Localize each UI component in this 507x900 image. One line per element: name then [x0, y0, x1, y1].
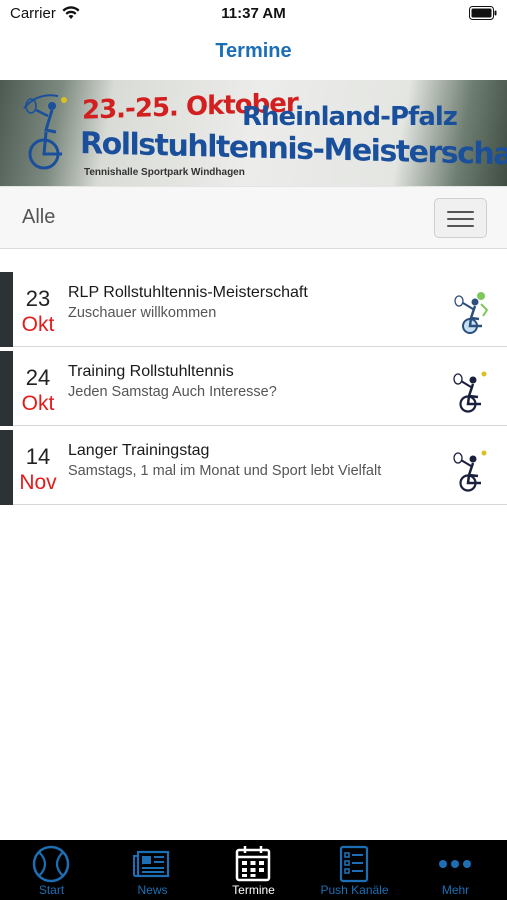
tennis-ball-icon — [32, 845, 70, 883]
event-subtitle: Jeden Samstag Auch Interesse? — [68, 384, 277, 400]
hamburger-icon — [447, 211, 474, 213]
filter-label: Alle — [22, 206, 56, 228]
tab-bar: Start News Termine Push Kanäle Mehr — [0, 840, 507, 900]
event-row[interactable]: 23 Okt RLP Rollstuhltennis-Meisterschaft… — [0, 272, 507, 347]
tab-news[interactable]: News — [102, 840, 203, 900]
event-title: Training Rollstuhltennis — [68, 363, 234, 380]
event-title: RLP Rollstuhltennis-Meisterschaft — [68, 284, 308, 301]
event-subtitle: Samstags, 1 mal im Monat und Sport lebt … — [68, 463, 382, 479]
battery-icon — [469, 6, 497, 20]
event-month: Okt — [21, 313, 55, 336]
event-month: Nov — [19, 471, 57, 494]
tab-mehr[interactable]: Mehr — [405, 840, 506, 900]
status-bar: Carrier 11:37 AM — [0, 0, 507, 30]
event-day: 14 — [25, 444, 51, 469]
hamburger-icon — [447, 218, 474, 220]
hamburger-icon — [447, 225, 474, 227]
wheelchair-tennis-color-icon — [454, 292, 489, 334]
filter-menu-button[interactable] — [434, 198, 487, 238]
more-dots-icon — [439, 860, 471, 868]
checklist-icon — [339, 845, 369, 883]
newspaper-icon — [133, 850, 170, 878]
event-day: 23 — [25, 286, 51, 311]
banner-venue: Tennishalle Sportpark Windhagen — [84, 167, 245, 178]
page-title: Termine — [215, 40, 292, 62]
wheelchair-tennis-icon — [453, 371, 487, 413]
tab-label: Start — [38, 883, 65, 897]
tab-label: Push Kanäle — [320, 883, 389, 897]
event-title: Langer Trainingstag — [68, 442, 210, 459]
event-marker — [0, 272, 13, 347]
tab-termine[interactable]: Termine — [203, 840, 304, 900]
event-marker — [0, 351, 13, 426]
tab-label: Mehr — [441, 883, 470, 897]
banner-title: Rollstuhltennis-Meisterschaft — [80, 126, 507, 173]
filter-bar: Alle — [0, 186, 507, 249]
event-day: 24 — [25, 365, 51, 390]
event-banner[interactable]: 23.-25. Oktober Rheinland-Pfalz Rollstuh… — [0, 80, 507, 186]
event-subtitle: Zuschauer willkommen — [68, 305, 217, 321]
calendar-icon — [235, 846, 271, 882]
event-list: 23 Okt RLP Rollstuhltennis-Meisterschaft… — [0, 272, 507, 509]
tab-label: Termine — [232, 883, 275, 897]
wheelchair-tennis-logo-icon — [23, 94, 67, 170]
banner-region: Rheinland-Pfalz — [242, 102, 458, 132]
tab-start[interactable]: Start — [1, 840, 102, 900]
status-time: 11:37 AM — [221, 5, 286, 22]
event-row[interactable]: 14 Nov Langer Trainingstag Samstags, 1 m… — [0, 430, 507, 505]
wheelchair-tennis-icon — [453, 450, 487, 492]
event-row[interactable]: 24 Okt Training Rollstuhltennis Jeden Sa… — [0, 351, 507, 426]
tab-push-kanaele[interactable]: Push Kanäle — [304, 840, 405, 900]
event-marker — [0, 430, 13, 505]
tab-label: News — [137, 883, 168, 897]
event-month: Okt — [21, 392, 55, 415]
